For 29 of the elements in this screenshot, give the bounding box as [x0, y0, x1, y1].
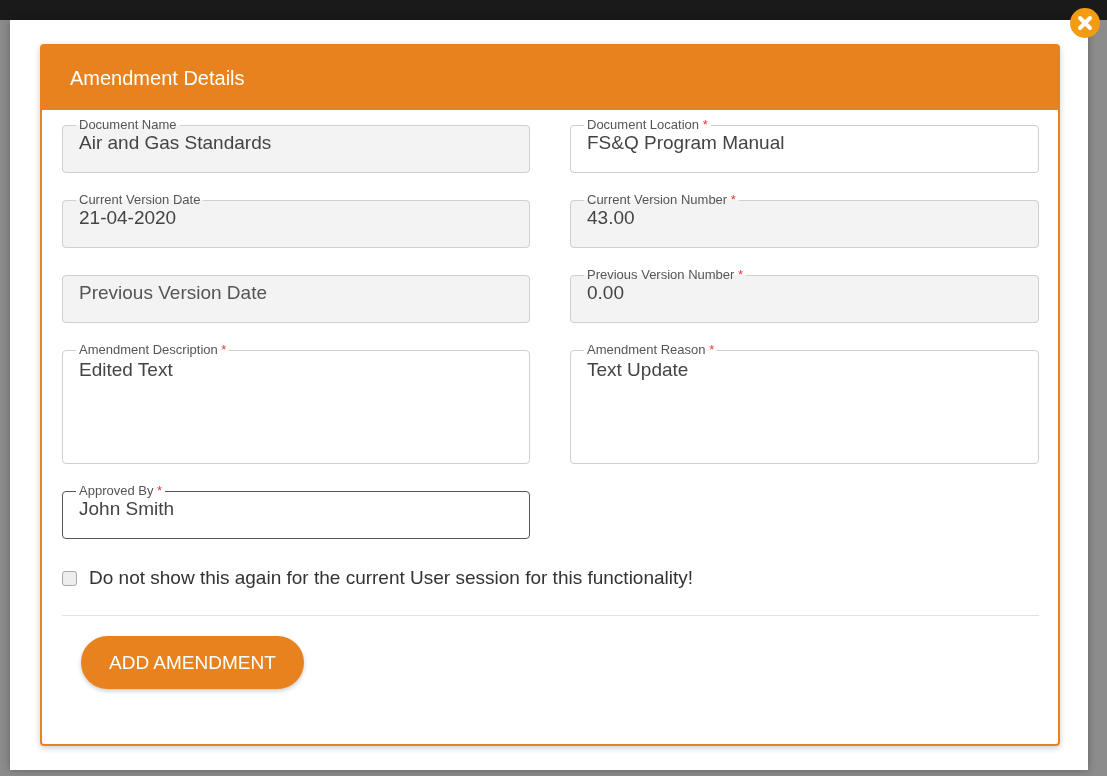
input-field[interactable]: Previous Version Number * 0.00 [570, 268, 1039, 323]
field-label: Current Version Number * [586, 193, 737, 207]
input-field[interactable]: Approved By * John Smith [62, 484, 530, 539]
panel-title: Amendment Details [70, 66, 245, 90]
checkbox[interactable] [62, 570, 77, 586]
field-label: Approved By * [78, 484, 164, 498]
field-label: Document Location * [586, 118, 709, 132]
text-area[interactable]: Amendment Reason * Text Update [570, 343, 1039, 464]
text-input[interactable]: Text Update [587, 359, 1022, 449]
field-label: Document Name [78, 118, 178, 132]
field-label: Amendment Description * [78, 343, 228, 357]
field-label: Previous Version Number * [586, 268, 745, 282]
text-input[interactable]: Edited Text [79, 359, 513, 449]
input-field[interactable]: Document Location * FS&Q Program Manual [570, 118, 1039, 173]
input-field[interactable]: Current Version Number * 43.00 [570, 193, 1039, 248]
input-field[interactable]: Document Name Air and Gas Standards [62, 118, 530, 173]
text-input[interactable]: Air and Gas Standards [79, 132, 513, 154]
text-area[interactable]: Amendment Description * Edited Text [62, 343, 530, 464]
checkbox-label: Do not show this again for the current User session for this functionality! [89, 567, 694, 589]
field-label: Current Version Date [78, 193, 202, 207]
text-input[interactable]: FS&Q Program Manual [587, 132, 1022, 154]
text-input[interactable]: 21-04-2020 [79, 207, 513, 229]
field-label: Amendment Reason * [586, 343, 716, 357]
text-input[interactable]: 0.00 [587, 282, 1022, 304]
text-input[interactable]: John Smith [79, 498, 513, 520]
text-input[interactable]: 43.00 [587, 207, 1022, 229]
close-icon[interactable] [1070, 8, 1100, 38]
text-input[interactable]: Previous Version Date [79, 282, 513, 304]
input-field[interactable]: Current Version Date 21-04-2020 [62, 193, 530, 248]
